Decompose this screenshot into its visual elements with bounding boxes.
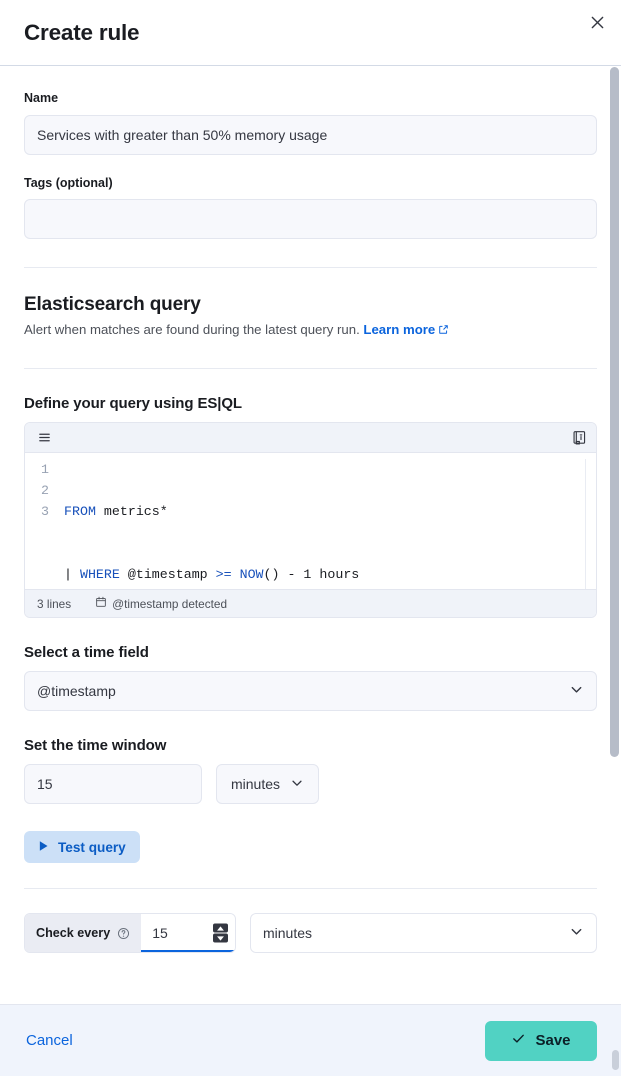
code-token-text: () - 1 bbox=[264, 567, 320, 582]
question-in-circle-icon[interactable] bbox=[117, 927, 130, 940]
time-window-amount-input[interactable] bbox=[24, 764, 202, 804]
tags-input[interactable] bbox=[24, 199, 597, 239]
flyout-footer: Cancel Save bbox=[0, 1004, 621, 1076]
divider-after-query-desc bbox=[24, 368, 597, 369]
save-label: Save bbox=[535, 1032, 570, 1049]
query-section-title: Elasticsearch query bbox=[24, 294, 597, 316]
code-line-2: | WHERE @timestamp >= NOW() - 1 hours bbox=[64, 564, 582, 585]
check-every-compound-field[interactable]: Check every bbox=[24, 913, 236, 953]
editor-code-area[interactable]: 1 2 3 FROM metrics* | WHERE @timestamp >… bbox=[25, 453, 596, 589]
query-section-description: Alert when matches are found during the … bbox=[24, 320, 597, 340]
time-window-label: Set the time window bbox=[24, 737, 597, 754]
learn-more-link[interactable]: Learn more bbox=[363, 322, 435, 337]
editor-toolbar bbox=[25, 423, 596, 453]
time-field-value: @timestamp bbox=[37, 683, 116, 699]
divider-after-tags bbox=[24, 267, 597, 268]
editor-gutter: 1 2 3 bbox=[25, 459, 53, 589]
time-field-label: Select a time field bbox=[24, 644, 597, 661]
time-window-unit-value: minutes bbox=[231, 776, 280, 792]
name-label: Name bbox=[24, 90, 597, 108]
flyout-body: Name Tags (optional) Elasticsearch query… bbox=[0, 66, 621, 1004]
line-number: 3 bbox=[25, 501, 49, 522]
code-token-text: metrics* bbox=[96, 504, 168, 519]
code-token-unit: hours bbox=[319, 567, 359, 582]
time-window-unit-select[interactable]: minutes bbox=[216, 764, 319, 804]
documentation-book-icon[interactable] bbox=[572, 430, 587, 446]
create-rule-flyout: Create rule Name Tags (optional) bbox=[0, 0, 621, 1076]
tags-label: Tags (optional) bbox=[24, 175, 597, 193]
footer-scroll-nub bbox=[612, 1050, 619, 1070]
line-number: 1 bbox=[25, 459, 49, 480]
list-lines-icon[interactable] bbox=[37, 430, 52, 445]
cancel-button[interactable]: Cancel bbox=[24, 1026, 75, 1055]
scroll-content: Name Tags (optional) Elasticsearch query… bbox=[24, 66, 597, 953]
chevron-down-icon bbox=[290, 776, 304, 793]
code-token-keyword: FROM bbox=[64, 504, 96, 519]
check-every-stepper[interactable] bbox=[213, 924, 228, 943]
editor-code[interactable]: FROM metrics* | WHERE @timestamp >= NOW(… bbox=[53, 459, 596, 589]
test-query-label: Test query bbox=[58, 840, 126, 855]
check-every-prepend-label: Check every bbox=[25, 914, 141, 952]
play-icon bbox=[38, 840, 49, 855]
check-every-row: Check every bbox=[24, 913, 597, 953]
name-input[interactable] bbox=[24, 115, 597, 155]
chevron-down-icon bbox=[569, 682, 584, 700]
code-token-keyword: WHERE bbox=[80, 567, 120, 582]
tags-field-row: Tags (optional) bbox=[24, 175, 597, 240]
caret-up-icon[interactable] bbox=[213, 924, 228, 933]
caret-down-icon[interactable] bbox=[213, 934, 228, 943]
check-every-focus-underline bbox=[141, 950, 235, 952]
flyout-header: Create rule bbox=[0, 0, 621, 66]
divider-before-check-every bbox=[24, 888, 597, 889]
check-every-input-wrap bbox=[141, 914, 235, 952]
code-token-text: @timestamp bbox=[120, 567, 216, 582]
chevron-down-icon bbox=[569, 924, 584, 942]
page-title: Create rule bbox=[24, 19, 139, 46]
check-icon bbox=[511, 1031, 526, 1050]
code-token-function: NOW bbox=[232, 567, 264, 582]
check-every-unit-value: minutes bbox=[263, 925, 312, 941]
name-field-row: Name bbox=[24, 90, 597, 155]
external-link-icon bbox=[438, 321, 449, 340]
query-section-description-text: Alert when matches are found during the … bbox=[24, 322, 360, 337]
code-token-operator: >= bbox=[216, 567, 232, 582]
code-token-pipe: | bbox=[64, 567, 80, 582]
check-every-unit-select[interactable]: minutes bbox=[250, 913, 597, 953]
time-field-block: Select a time field @timestamp bbox=[24, 644, 597, 711]
editor-vertical-rule bbox=[585, 459, 586, 589]
check-every-label: Check every bbox=[36, 926, 110, 940]
line-number: 2 bbox=[25, 480, 49, 501]
esql-editor[interactable]: 1 2 3 FROM metrics* | WHERE @timestamp >… bbox=[24, 422, 597, 618]
test-query-button[interactable]: Test query bbox=[24, 831, 140, 863]
time-window-block: Set the time window minutes bbox=[24, 737, 597, 804]
define-query-label: Define your query using ES|QL bbox=[24, 395, 597, 412]
close-icon bbox=[590, 15, 605, 30]
define-query-block: Define your query using ES|QL bbox=[24, 395, 597, 618]
test-query-block: Test query bbox=[24, 831, 597, 863]
close-button[interactable] bbox=[581, 6, 613, 38]
time-window-row: minutes bbox=[24, 764, 597, 804]
code-line-1: FROM metrics* bbox=[64, 501, 582, 522]
page-scrollbar[interactable] bbox=[610, 67, 619, 757]
time-field-select[interactable]: @timestamp bbox=[24, 671, 597, 711]
save-button[interactable]: Save bbox=[485, 1021, 597, 1061]
